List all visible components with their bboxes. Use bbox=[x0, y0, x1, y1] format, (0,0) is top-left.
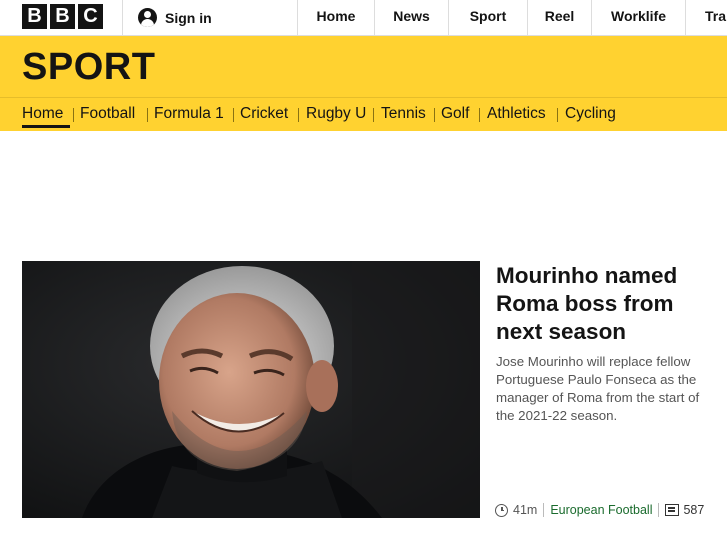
divider bbox=[122, 0, 123, 35]
divider bbox=[73, 108, 74, 122]
story-meta: 41m European Football 587 bbox=[495, 500, 727, 520]
nav-home[interactable]: Home bbox=[298, 0, 374, 35]
logo-letter: C bbox=[78, 4, 103, 29]
sport-banner: SPORT bbox=[0, 36, 727, 97]
mourinho-photo bbox=[22, 261, 480, 518]
nav-news[interactable]: News bbox=[375, 0, 448, 35]
subnav-athletics[interactable]: Athletics bbox=[487, 98, 546, 130]
divider bbox=[298, 108, 299, 122]
divider bbox=[543, 503, 545, 517]
nav-travel[interactable]: Tra bbox=[705, 0, 727, 35]
subnav-tennis[interactable]: Tennis bbox=[381, 98, 426, 130]
divider bbox=[373, 108, 374, 122]
clock-icon bbox=[495, 503, 508, 517]
sign-in-label: Sign in bbox=[165, 9, 212, 26]
active-indicator bbox=[22, 125, 70, 128]
nav-worklife[interactable]: Worklife bbox=[592, 0, 685, 35]
divider bbox=[434, 108, 435, 122]
global-header: B B C Sign in Home News Sport Reel Workl… bbox=[0, 0, 727, 36]
sign-in-link[interactable]: Sign in bbox=[138, 0, 212, 35]
story-summary: Jose Mourinho will replace fellow Portug… bbox=[496, 354, 700, 423]
divider bbox=[479, 108, 480, 122]
comments-icon bbox=[665, 504, 680, 516]
comment-count[interactable]: 587 bbox=[683, 503, 704, 517]
story-headline[interactable]: Mourinho named Roma boss from next seaso… bbox=[496, 262, 721, 346]
section-title[interactable]: SPORT bbox=[22, 46, 155, 89]
logo-letter: B bbox=[50, 4, 75, 29]
logo-letter: B bbox=[22, 4, 47, 29]
nav-reel[interactable]: Reel bbox=[528, 0, 591, 35]
story-topic-link[interactable]: European Football bbox=[550, 503, 652, 517]
sport-subnav: Home Football Formula 1 Cricket Rugby U … bbox=[0, 97, 727, 131]
subnav-cycling[interactable]: Cycling bbox=[565, 98, 616, 130]
subnav-formula-1[interactable]: Formula 1 bbox=[154, 98, 224, 130]
subnav-rugby-union[interactable]: Rugby U bbox=[306, 98, 366, 130]
bbc-logo[interactable]: B B C bbox=[22, 4, 103, 29]
nav-sport[interactable]: Sport bbox=[449, 0, 527, 35]
story-image[interactable] bbox=[22, 261, 480, 518]
divider bbox=[557, 108, 558, 122]
subnav-football[interactable]: Football bbox=[80, 98, 135, 130]
divider bbox=[147, 108, 148, 122]
divider bbox=[685, 0, 686, 35]
divider bbox=[233, 108, 234, 122]
story-time: 41m bbox=[513, 503, 538, 517]
subnav-cricket[interactable]: Cricket bbox=[240, 98, 288, 130]
user-icon bbox=[138, 8, 157, 27]
divider bbox=[658, 503, 660, 517]
subnav-golf[interactable]: Golf bbox=[441, 98, 469, 130]
